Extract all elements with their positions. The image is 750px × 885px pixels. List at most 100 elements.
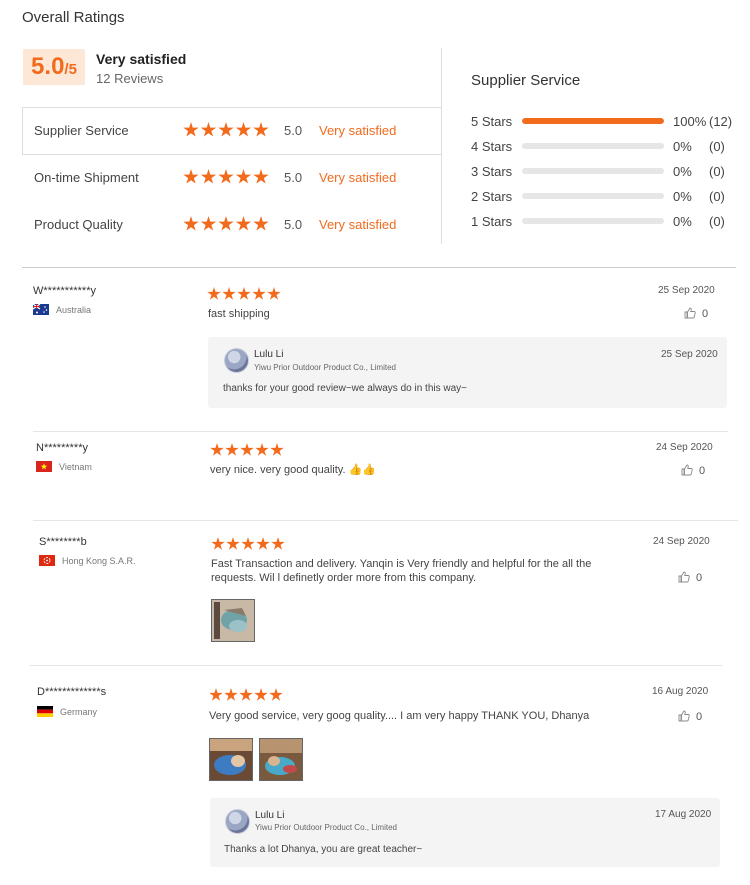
star-icon (255, 443, 269, 456)
star-icon (207, 287, 221, 300)
bar-label: 5 Stars (471, 114, 513, 129)
star-icon (225, 443, 239, 456)
bar-count: (0) (709, 214, 725, 229)
bar-percent: 0% (673, 189, 692, 204)
rating-bar-row: 4 Stars 0% (0) (471, 139, 736, 155)
thumbs-up-icon (678, 710, 690, 722)
hong-kong-flag-icon (39, 555, 55, 566)
reply-company: Yiwu Prior Outdoor Product Co., Limited (254, 363, 396, 372)
category-name: On-time Shipment (34, 170, 139, 185)
category-status: Very satisfied (319, 217, 397, 232)
star-icon (235, 122, 252, 137)
review-stars (209, 688, 284, 707)
thumbs-up-icon (684, 307, 696, 319)
overall-satisfaction: Very satisfied (96, 51, 187, 67)
star-icon (200, 169, 217, 184)
reviewer-country: Australia (33, 304, 91, 315)
star-icon (183, 216, 199, 231)
bar-count: (0) (709, 139, 725, 154)
review-date: 24 Sep 2020 (656, 442, 713, 453)
bar-track (522, 168, 664, 174)
reviews-count: 12 Reviews (96, 71, 164, 86)
bar-track (522, 218, 664, 224)
star-icon (200, 216, 217, 231)
reviewer-name: D*************s (37, 686, 107, 698)
review-text: Very good service, very goog quality....… (209, 710, 590, 722)
star-icon (218, 122, 234, 137)
category-product-quality[interactable]: Product Quality 5.0 Very satisfied (34, 216, 414, 237)
supplier-reply: Lulu Li Yiwu Prior Outdoor Product Co., … (210, 798, 720, 867)
rating-bar-row: 3 Stars 0% (0) (471, 164, 736, 180)
star-icon (226, 537, 240, 550)
thumbs-up-icon (681, 464, 693, 476)
bar-track (522, 143, 664, 149)
star-icon (210, 443, 224, 456)
review-photo-image (212, 600, 254, 641)
avatar (225, 809, 250, 834)
star-icon (240, 443, 254, 456)
like-count: 0 (696, 711, 703, 723)
category-status: Very satisfied (319, 123, 397, 138)
germany-flag-icon (37, 706, 53, 717)
review-photo[interactable] (259, 738, 303, 781)
category-name: Supplier Service (34, 123, 129, 138)
like-button[interactable]: 0 (678, 571, 702, 584)
bar-percent: 0% (673, 139, 692, 154)
overall-score-suffix: /5 (64, 61, 77, 78)
category-status: Very satisfied (319, 170, 397, 185)
review-photo[interactable] (209, 738, 253, 781)
bar-fill (522, 118, 664, 124)
star-icon (209, 688, 223, 701)
bar-label: 3 Stars (471, 164, 513, 179)
star-icon (241, 537, 255, 550)
bar-percent: 0% (673, 214, 692, 229)
star-icon (253, 169, 269, 184)
star-icon (235, 169, 252, 184)
like-button[interactable]: 0 (684, 307, 708, 320)
star-icon (253, 122, 269, 137)
divider (22, 267, 736, 268)
bar-track (522, 193, 664, 199)
review-date: 25 Sep 2020 (658, 285, 715, 296)
country-name: Hong Kong S.A.R. (62, 556, 136, 566)
review-date: 24 Sep 2020 (653, 536, 710, 547)
like-button[interactable]: 0 (678, 710, 702, 723)
rating-bar-row: 2 Stars 0% (0) (471, 189, 736, 205)
reply-date: 25 Sep 2020 (661, 349, 718, 360)
reply-text: thanks for your good review~we always do… (223, 383, 468, 394)
reply-company: Yiwu Prior Outdoor Product Co., Limited (255, 823, 397, 832)
star-rating (183, 169, 271, 188)
reviewer-country: Vietnam (36, 461, 92, 472)
reviewer-country: Germany (37, 706, 97, 717)
like-count: 0 (696, 572, 703, 584)
review-stars (211, 537, 286, 556)
australia-flag-icon (33, 304, 49, 315)
overall-ratings-title: Overall Ratings (22, 9, 125, 26)
reviewer-name: W***********y (33, 285, 96, 297)
review-text: very nice. very good quality. 👍👍 (210, 464, 376, 476)
star-icon (270, 443, 284, 456)
avatar (224, 348, 249, 373)
like-count: 0 (699, 465, 706, 477)
star-icon (224, 688, 238, 701)
star-icon (183, 169, 199, 184)
breakdown-title: Supplier Service (471, 72, 581, 89)
category-on-time-shipment[interactable]: On-time Shipment 5.0 Very satisfied (34, 169, 414, 190)
category-name: Product Quality (34, 217, 123, 232)
star-icon (218, 169, 234, 184)
reviewer-name: S********b (39, 536, 87, 548)
star-icon (267, 287, 281, 300)
star-icon (211, 537, 225, 550)
bar-count: (0) (709, 189, 725, 204)
overall-score: 5.0 (31, 53, 65, 80)
star-icon (237, 287, 251, 300)
category-supplier-service[interactable]: Supplier Service 5.0 Very satisfied (34, 122, 414, 143)
star-icon (235, 216, 252, 231)
review-stars (210, 443, 285, 462)
reply-author: Lulu Li (255, 810, 285, 821)
rating-bar-row: 1 Stars 0% (0) (471, 214, 736, 230)
like-button[interactable]: 0 (681, 464, 705, 477)
review-date: 16 Aug 2020 (652, 686, 709, 697)
review-photo[interactable] (211, 599, 255, 642)
supplier-reply: Lulu Li Yiwu Prior Outdoor Product Co., … (208, 337, 727, 408)
